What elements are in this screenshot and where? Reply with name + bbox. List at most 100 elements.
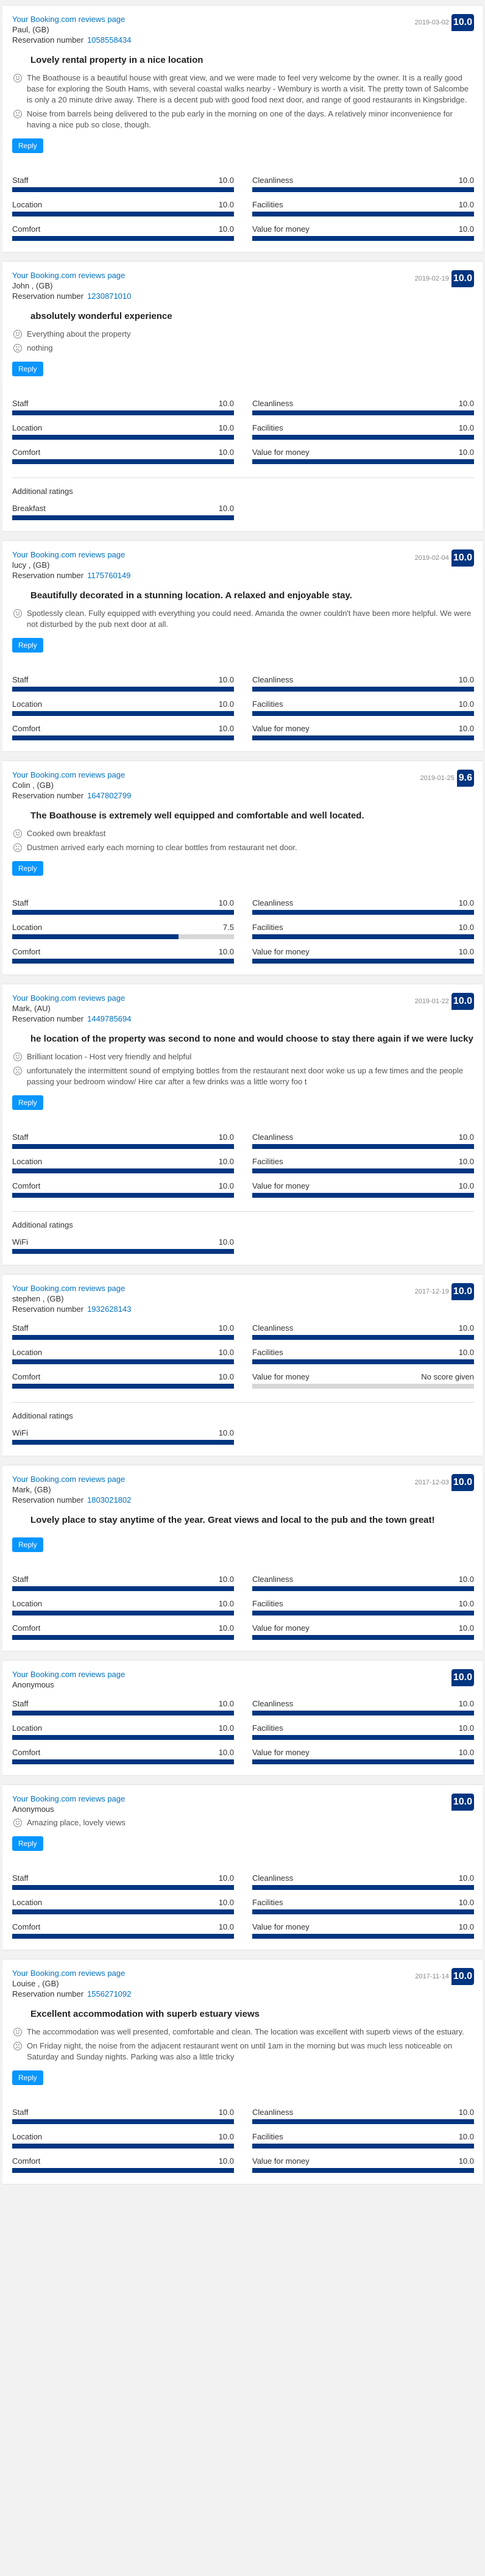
rating-bar (12, 2119, 234, 2124)
rating-label: Cleanliness (252, 1575, 294, 1584)
reviews-page-link[interactable]: Your Booking.com reviews page (12, 1283, 131, 1293)
review-header: Your Booking.com reviews page Anonymous 10… (12, 1669, 474, 1690)
rating-bar (12, 1249, 234, 1254)
reply-button[interactable]: Reply (12, 1836, 43, 1851)
additional-ratings-grid: WiFi 10.0 (12, 1237, 474, 1254)
rating-bar-fill (12, 1759, 234, 1764)
rating-bar-fill (12, 2168, 234, 2173)
reviews-page-link[interactable]: Your Booking.com reviews page (12, 993, 131, 1003)
reservation-number-link[interactable]: 1175760149 (87, 571, 130, 580)
rating-item: Staff 10.0 (12, 1323, 234, 1340)
reply-button[interactable]: Reply (12, 1537, 43, 1552)
reply-button[interactable]: Reply (12, 861, 43, 876)
review-header: Your Booking.com reviews page stephen , (… (12, 1283, 474, 1314)
review-meta: Your Booking.com reviews page Mark, (AU) R… (12, 993, 131, 1024)
sad-face-icon (13, 843, 22, 852)
score-badge: 10.0 (451, 1794, 474, 1811)
rating-value: 10.0 (218, 1723, 234, 1733)
reservation-number-link[interactable]: 1932628143 (87, 1304, 131, 1314)
sad-face-icon (13, 110, 22, 118)
rating-label: Value for money (252, 224, 310, 234)
reviews-page-link[interactable]: Your Booking.com reviews page (12, 1669, 125, 1680)
rating-value: 10.0 (458, 724, 474, 733)
reviews-page-link[interactable]: Your Booking.com reviews page (12, 1968, 131, 1978)
rating-bar (252, 1611, 474, 1615)
rating-bar-fill (12, 2144, 234, 2148)
negative-comment-text: unfortunately the intermittent sound of … (27, 1066, 464, 1086)
reviews-page-link[interactable]: Your Booking.com reviews page (12, 770, 131, 780)
rating-bar-fill (12, 1193, 234, 1198)
rating-bar-fill (252, 459, 474, 464)
reply-button[interactable]: Reply (12, 2070, 43, 2085)
rating-label-row: Value for money 10.0 (252, 723, 474, 734)
reservation-number-link[interactable]: 1647802799 (87, 791, 131, 800)
rating-label: Location (12, 1898, 43, 1907)
rating-item: Value for money 10.0 (252, 2156, 474, 2173)
rating-item: Staff 10.0 (12, 2107, 234, 2124)
rating-item: Comfort 10.0 (12, 1922, 234, 1939)
sad-face-icon (13, 2042, 22, 2050)
additional-ratings-heading: Additional ratings (12, 1411, 73, 1420)
rating-value: 10.0 (458, 1132, 474, 1142)
score-area: 2017-11-14 10.0 (415, 1968, 474, 1985)
rating-label-row: Comfort 10.0 (12, 2156, 234, 2167)
reviews-page-link[interactable]: Your Booking.com reviews page (12, 1794, 125, 1804)
rating-value: 10.0 (458, 1873, 474, 1883)
reviews-page-link[interactable]: Your Booking.com reviews page (12, 14, 131, 24)
score-area: 2017-12-19 10.0 (415, 1283, 474, 1300)
score-badge: 10.0 (451, 1283, 474, 1300)
review-title: Lovely rental property in a nice locatio… (30, 55, 204, 65)
rating-bar (252, 1144, 474, 1149)
reservation-row: Reservation number 1230871010 (12, 291, 131, 301)
rating-item: Cleanliness 10.0 (252, 175, 474, 192)
rating-item: WiFi 10.0 (12, 1428, 234, 1445)
ratings-grid: Staff 10.0 Cleanliness 10.0 Location 10.0 Faci… (12, 398, 474, 464)
rating-bar-fill (12, 934, 179, 939)
reply-button[interactable]: Reply (12, 1095, 43, 1110)
rating-label: Location (12, 1599, 43, 1608)
rating-label: Comfort (12, 448, 41, 457)
rating-bar (252, 212, 474, 216)
reservation-number-link[interactable]: 1803021802 (87, 1495, 131, 1504)
score-area: 2019-02-19 10.0 (415, 270, 474, 287)
reservation-number-link[interactable]: 1449785694 (87, 1014, 131, 1023)
rating-item: Staff 10.0 (12, 1698, 234, 1716)
reply-button[interactable]: Reply (12, 638, 43, 653)
reservation-number-link[interactable]: 1058558434 (87, 35, 131, 45)
reviews-page-link[interactable]: Your Booking.com reviews page (12, 1474, 131, 1484)
additional-ratings-grid: Breakfast 10.0 (12, 503, 474, 520)
rating-bar-fill (12, 1335, 234, 1340)
rating-item: WiFi 10.0 (12, 1237, 234, 1254)
positive-comment-text: Cooked own breakfast (27, 829, 106, 838)
rating-bar-fill (252, 236, 474, 241)
rating-item: Facilities 10.0 (252, 699, 474, 716)
rating-value: 10.0 (458, 1898, 474, 1907)
rating-bar-fill (252, 711, 474, 716)
reservation-number-link[interactable]: 1556271092 (87, 1989, 131, 1998)
reply-button[interactable]: Reply (12, 138, 43, 153)
rating-value: 10.0 (458, 2132, 474, 2141)
score-badge: 10.0 (451, 993, 474, 1010)
rating-bar-fill (12, 2119, 234, 2124)
rating-value: 10.0 (218, 2156, 234, 2166)
reviews-page-link[interactable]: Your Booking.com reviews page (12, 270, 131, 281)
reply-button[interactable]: Reply (12, 362, 43, 376)
rating-label-row: Location 10.0 (12, 1347, 234, 1358)
rating-label: Facilities (252, 1723, 283, 1733)
reservation-number-link[interactable]: 1230871010 (87, 292, 131, 301)
ratings-grid: Staff 10.0 Cleanliness 10.0 Location 10.0 Faci… (12, 1132, 474, 1198)
rating-label-row: Location 10.0 (12, 1156, 234, 1167)
rating-item: Comfort 10.0 (12, 946, 234, 964)
reservation-row: Reservation number 1803021802 (12, 1495, 131, 1505)
rating-item: Staff 10.0 (12, 1574, 234, 1591)
negative-comment: On Friday night, the noise from the adja… (12, 2041, 474, 2063)
rating-value: 10.0 (458, 1157, 474, 1166)
rating-item: Value for money 10.0 (252, 1747, 474, 1764)
rating-bar-fill (12, 1611, 234, 1615)
reviews-page-link[interactable]: Your Booking.com reviews page (12, 549, 130, 560)
score-area: 10.0 (451, 1794, 474, 1811)
rating-bar-fill (252, 435, 474, 440)
rating-label: Value for money (252, 947, 310, 956)
rating-bar (252, 236, 474, 241)
rating-item: Cleanliness 10.0 (252, 674, 474, 692)
